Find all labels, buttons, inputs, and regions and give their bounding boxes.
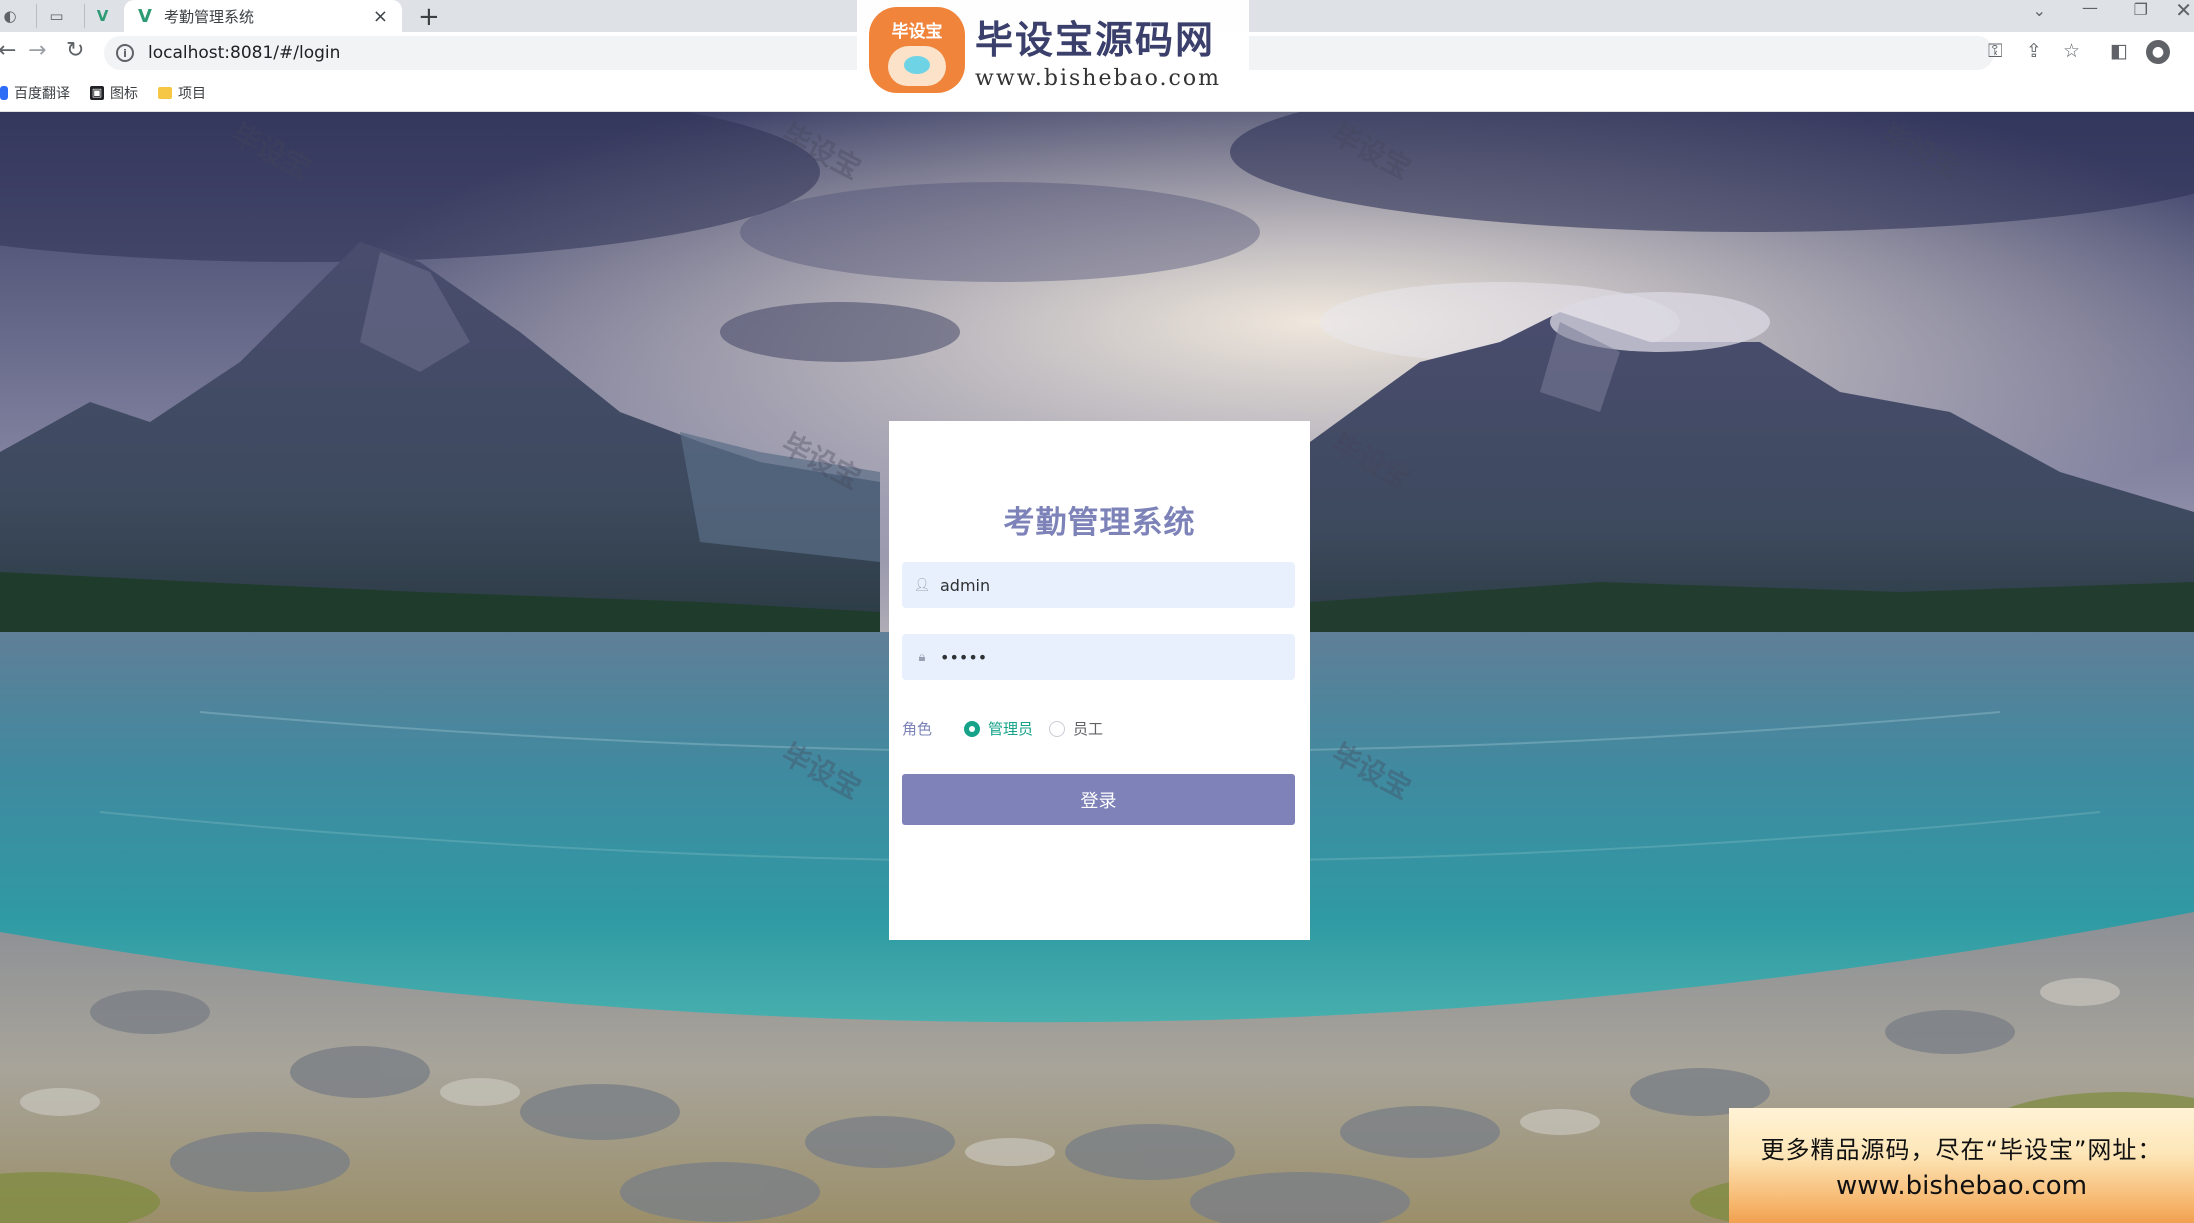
- role-radio-employee[interactable]: 员工: [1049, 718, 1103, 739]
- forward-arrow-icon[interactable]: →: [28, 38, 46, 63]
- brand-banner: 毕设宝 毕设宝源码网 www.bishebao.com: [857, 0, 1249, 100]
- promo-line-2: www.bishebao.com: [1835, 1171, 2088, 1201]
- new-tab-button[interactable]: +: [418, 2, 440, 32]
- tab-search-icon[interactable]: ⌄: [2033, 1, 2046, 20]
- role-radio-admin[interactable]: 管理员: [964, 718, 1033, 739]
- bookmark-label: 项目: [178, 85, 206, 102]
- restore-icon[interactable]: ❐: [2134, 0, 2148, 19]
- reload-icon[interactable]: ↻: [66, 38, 84, 63]
- image-icon: ▣: [90, 85, 104, 100]
- bookmark-label: 百度翻译: [14, 85, 70, 102]
- username-field[interactable]: 👤︎: [902, 562, 1295, 608]
- profile-avatar-icon[interactable]: ●: [2146, 40, 2170, 64]
- close-window-icon[interactable]: ✕: [2175, 0, 2192, 22]
- username-input[interactable]: [940, 575, 1295, 595]
- bookmark-star-icon[interactable]: ☆: [2063, 40, 2080, 62]
- promo-line-1: 更多精品源码，尽在“毕设宝”网址：: [1760, 1136, 2163, 1164]
- site-info-icon[interactable]: i: [116, 44, 134, 62]
- promo-banner: 更多精品源码，尽在“毕设宝”网址： www.bishebao.com: [1729, 1108, 2194, 1223]
- lock-icon: 🔒︎: [918, 649, 926, 665]
- bookmark-label: 图标: [110, 85, 138, 102]
- brand-logo: 毕设宝: [869, 7, 965, 93]
- bookmark-baidu-translate[interactable]: 百度翻译: [0, 83, 70, 103]
- brand-url: www.bishebao.com: [975, 66, 1221, 91]
- bookmark-projects[interactable]: 项目: [158, 83, 206, 103]
- login-title: 考勤管理系统: [1003, 505, 1196, 541]
- password-input[interactable]: [940, 647, 1295, 667]
- user-icon: 👤︎: [913, 577, 931, 593]
- password-field[interactable]: 🔒︎: [902, 634, 1295, 680]
- active-tab[interactable]: V 考勤管理系统 ×: [124, 0, 402, 32]
- login-card: 考勤管理系统 👤︎ 🔒︎ 角色 管理员 员工 登录: [889, 421, 1310, 940]
- key-icon[interactable]: ⚿: [1988, 40, 2002, 62]
- side-panel-icon[interactable]: ◧: [2110, 40, 2128, 62]
- role-selector: 角色 管理员 员工: [902, 718, 1119, 739]
- login-button[interactable]: 登录: [902, 774, 1295, 825]
- role-option-label[interactable]: 管理员: [988, 718, 1033, 739]
- tab-title: 考勤管理系统: [163, 7, 254, 26]
- brand-texts: 毕设宝源码网 www.bishebao.com: [975, 9, 1221, 91]
- tab-vue-icon[interactable]: V: [84, 4, 120, 28]
- tab-window-icon[interactable]: ▭: [36, 4, 76, 28]
- brand-title: 毕设宝源码网: [975, 18, 1216, 62]
- url-text[interactable]: localhost:8081/#/login: [148, 43, 340, 63]
- bookmark-icons[interactable]: ▣ 图标: [90, 83, 138, 103]
- role-label: 角色: [902, 720, 933, 738]
- minimize-icon[interactable]: —: [2082, 0, 2098, 17]
- share-icon[interactable]: ⇪: [2026, 40, 2042, 62]
- translate-icon: [0, 85, 8, 100]
- folder-icon: [158, 86, 172, 99]
- brand-logo-text: 毕设宝: [891, 22, 943, 42]
- role-option-label[interactable]: 员工: [1073, 718, 1103, 739]
- tab-close-icon[interactable]: ×: [373, 6, 388, 27]
- tab-icon-ghost[interactable]: ◐: [0, 4, 20, 28]
- mascot-face-icon: [888, 46, 946, 86]
- radio-checked-icon[interactable]: [964, 720, 981, 737]
- vue-favicon-icon: V: [138, 5, 152, 27]
- radio-unchecked-icon[interactable]: [1049, 720, 1066, 737]
- back-arrow-icon[interactable]: ←: [0, 38, 16, 63]
